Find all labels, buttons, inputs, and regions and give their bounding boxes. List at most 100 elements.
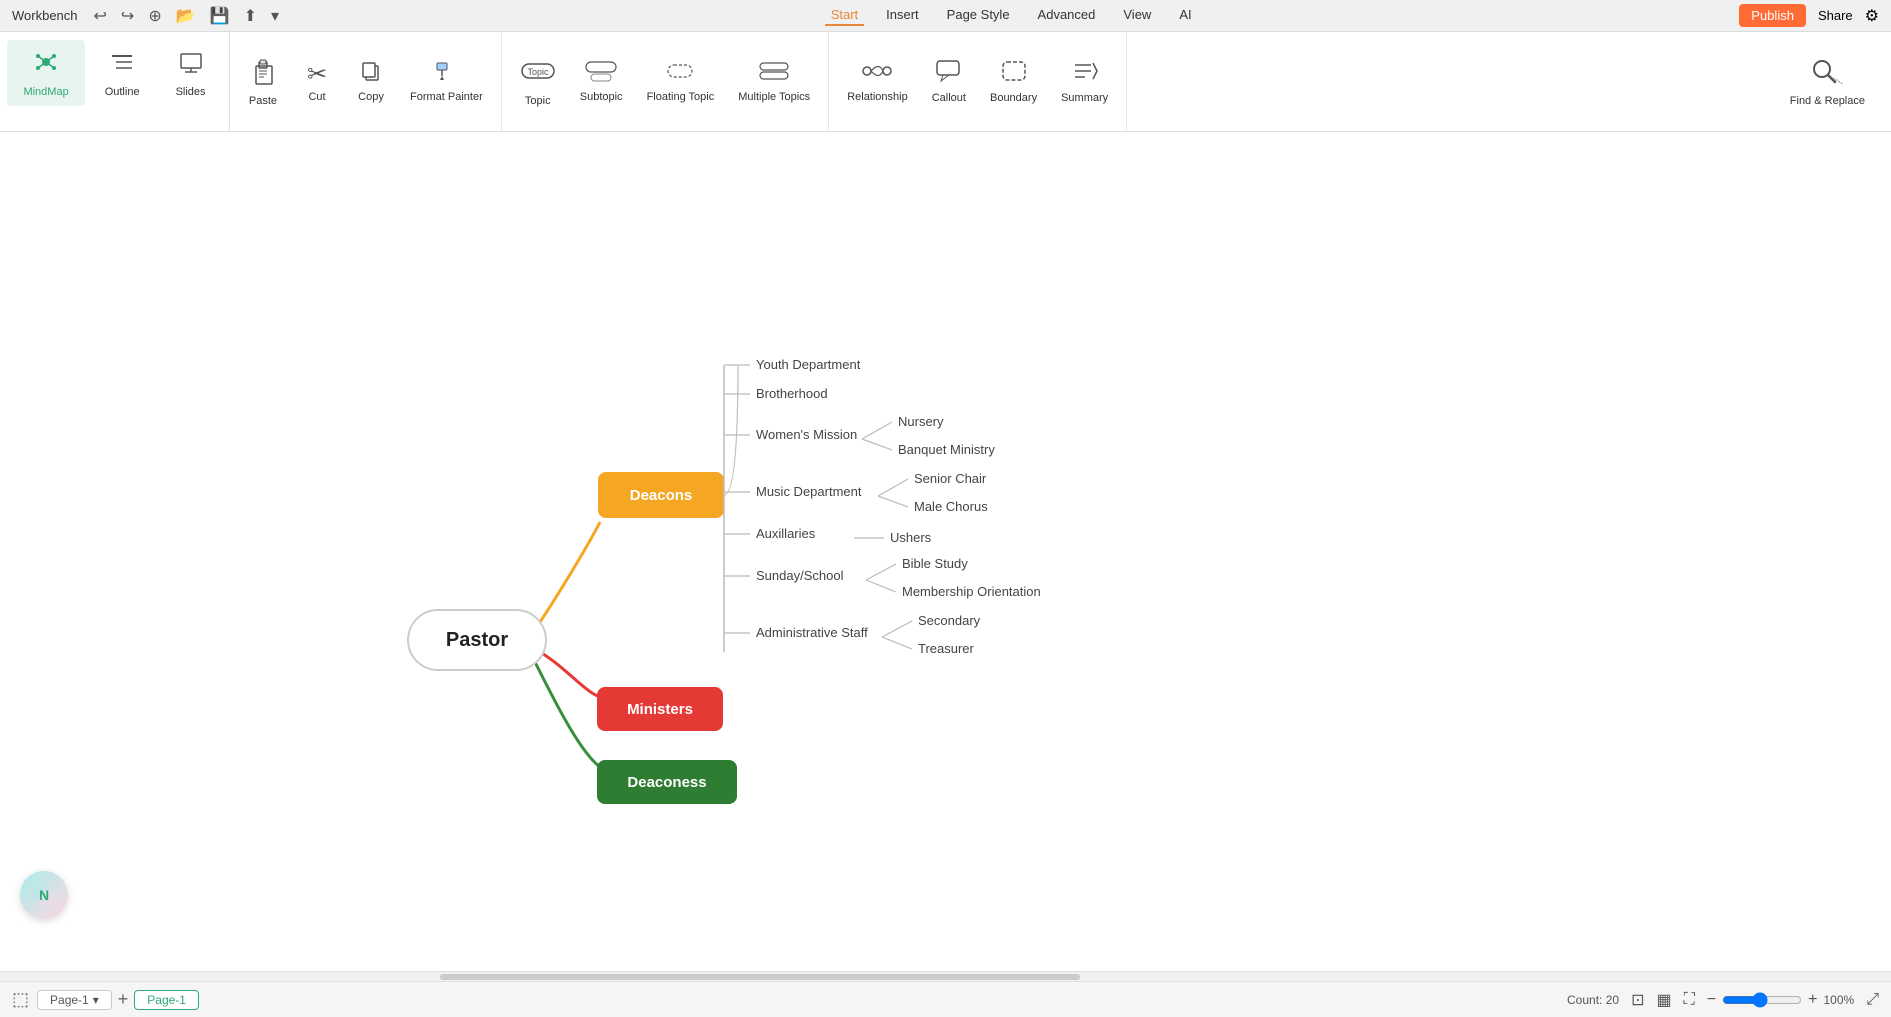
nav-pagestyle[interactable]: Page Style — [941, 5, 1016, 26]
zoom-slider[interactable] — [1722, 992, 1802, 1008]
active-page-tab[interactable]: Page-1 — [134, 990, 199, 1010]
svg-text:Nursery: Nursery — [898, 414, 944, 429]
mindmap: Deacons Ministers Deaconess Pastor — [0, 132, 1891, 971]
top-nav: Start Insert Page Style Advanced View AI — [825, 5, 1198, 26]
outline-icon — [108, 48, 136, 82]
redo-button[interactable]: ↪ — [117, 6, 138, 26]
tools-section: Relationship Callout Boundary — [829, 32, 1127, 131]
boundary-button[interactable]: Boundary — [980, 53, 1047, 110]
count-label: Count: 20 — [1567, 993, 1619, 1007]
paste-icon — [248, 56, 278, 93]
outline-view-icon[interactable]: ▦ — [1656, 990, 1671, 1010]
svg-text:Ministers: Ministers — [627, 701, 693, 718]
cut-label: Cut — [308, 91, 325, 103]
find-replace-section: Find & Replace — [1764, 32, 1891, 131]
save-button[interactable]: 💾 — [206, 6, 234, 26]
subtopic-label: Subtopic — [580, 91, 623, 103]
relationship-label: Relationship — [847, 91, 908, 103]
mindmap-icon — [32, 48, 60, 82]
zoom-controls: − + 100% — [1707, 991, 1854, 1009]
relationship-button[interactable]: Relationship — [837, 54, 918, 109]
view-items: MindMap Outline — [7, 40, 221, 106]
svg-text:Bible Study: Bible Study — [902, 556, 968, 571]
boundary-label: Boundary — [990, 92, 1037, 104]
fit-page-icon[interactable]: ⊡ — [1631, 990, 1644, 1010]
scrollbar-thumb[interactable] — [440, 974, 1080, 980]
mindmap-view-label: MindMap — [23, 86, 68, 98]
svg-text:Secondary: Secondary — [918, 613, 981, 628]
svg-text:Sunday/School: Sunday/School — [756, 568, 844, 583]
callout-icon — [935, 59, 963, 90]
topic-button[interactable]: Topic Topic — [510, 50, 566, 113]
svg-text:Pastor: Pastor — [446, 629, 508, 651]
share-button[interactable]: Share — [1818, 8, 1853, 23]
titlebar-controls: ↩ ↪ ⊕ 📂 💾 ⬆ ▾ — [90, 6, 284, 26]
copy-label: Copy — [358, 91, 384, 103]
slides-icon — [177, 48, 205, 82]
svg-text:Treasurer: Treasurer — [918, 641, 975, 656]
copy-button[interactable]: Copy — [346, 54, 396, 109]
svg-text:Ushers: Ushers — [890, 530, 932, 545]
nav-advanced[interactable]: Advanced — [1032, 5, 1102, 26]
nav-view[interactable]: View — [1117, 5, 1157, 26]
mindmap-svg: Deacons Ministers Deaconess Pastor — [0, 132, 1891, 892]
scrollbar-horizontal[interactable] — [0, 971, 1891, 981]
nav-start[interactable]: Start — [825, 5, 864, 26]
find-replace-button[interactable]: Find & Replace — [1780, 50, 1875, 113]
canvas[interactable]: Deacons Ministers Deaconess Pastor — [0, 132, 1891, 971]
svg-text:Youth Department: Youth Department — [756, 357, 861, 372]
paste-button[interactable]: Paste — [238, 50, 288, 113]
subtopic-icon — [585, 60, 617, 89]
topic-label: Topic — [525, 95, 551, 107]
nav-ai[interactable]: AI — [1173, 5, 1197, 26]
callout-label: Callout — [932, 92, 966, 104]
find-replace-label: Find & Replace — [1790, 95, 1865, 107]
add-page-button[interactable]: + — [118, 989, 129, 1010]
svg-text:Male Chorus: Male Chorus — [914, 499, 988, 514]
summary-button[interactable]: Summary — [1051, 53, 1118, 110]
page-dropdown[interactable]: Page-1 ▾ — [37, 990, 112, 1010]
floating-topic-label: Floating Topic — [647, 91, 715, 103]
cut-button[interactable]: ✂ Cut — [292, 54, 342, 109]
outline-view-button[interactable]: Outline — [89, 40, 156, 106]
new-button[interactable]: ⊕ — [144, 6, 165, 26]
svg-text:Banquet Ministry: Banquet Ministry — [898, 442, 995, 457]
more-button[interactable]: ▾ — [267, 6, 283, 26]
app-logo[interactable]: N — [20, 871, 68, 919]
zoom-level: 100% — [1823, 993, 1854, 1007]
summary-label: Summary — [1061, 92, 1108, 104]
active-page-label: Page-1 — [147, 993, 186, 1007]
mindmap-view-button[interactable]: MindMap — [7, 40, 84, 106]
export-button[interactable]: ⬆ — [240, 6, 261, 26]
nav-insert[interactable]: Insert — [880, 5, 925, 26]
slides-view-button[interactable]: Slides — [160, 40, 222, 106]
callout-button[interactable]: Callout — [922, 53, 976, 110]
zoom-out-button[interactable]: − — [1707, 991, 1716, 1009]
format-painter-label: Format Painter — [410, 91, 483, 103]
expand-icon[interactable]: ⤢ — [1866, 991, 1879, 1009]
titlebar: Workbench ↩ ↪ ⊕ 📂 💾 ⬆ ▾ Start Insert Pag… — [0, 0, 1891, 32]
zoom-in-button[interactable]: + — [1808, 991, 1817, 1009]
svg-text:Senior Chair: Senior Chair — [914, 471, 987, 486]
sidebar-toggle-icon[interactable]: ⬚ — [12, 989, 29, 1010]
multiple-topics-button[interactable]: Multiple Topics — [728, 54, 820, 109]
format-painter-button[interactable]: Format Painter — [400, 54, 493, 109]
floating-topic-icon — [664, 60, 696, 89]
settings-icon[interactable]: ⚙ — [1865, 6, 1879, 26]
titlebar-actions: Publish Share ⚙ — [1739, 4, 1879, 27]
open-button[interactable]: 📂 — [172, 6, 200, 26]
paste-label: Paste — [249, 95, 277, 107]
cut-icon: ✂ — [307, 60, 327, 89]
statusbar-right: Count: 20 ⊡ ▦ ⛶ − + 100% ⤢ — [1567, 990, 1879, 1010]
svg-text:Deaconess: Deaconess — [627, 774, 706, 791]
publish-button[interactable]: Publish — [1739, 4, 1806, 27]
svg-text:Administrative Staff: Administrative Staff — [756, 625, 868, 640]
ribbon: MindMap Outline — [0, 32, 1891, 132]
topic-icon: Topic — [520, 56, 556, 93]
subtopic-button[interactable]: Subtopic — [570, 54, 633, 109]
undo-button[interactable]: ↩ — [90, 6, 111, 26]
fullscreen-icon[interactable]: ⛶ — [1684, 991, 1695, 1009]
page-dropdown-label: Page-1 — [50, 993, 89, 1007]
page-dropdown-arrow: ▾ — [93, 993, 99, 1007]
floating-topic-button[interactable]: Floating Topic — [637, 54, 725, 109]
